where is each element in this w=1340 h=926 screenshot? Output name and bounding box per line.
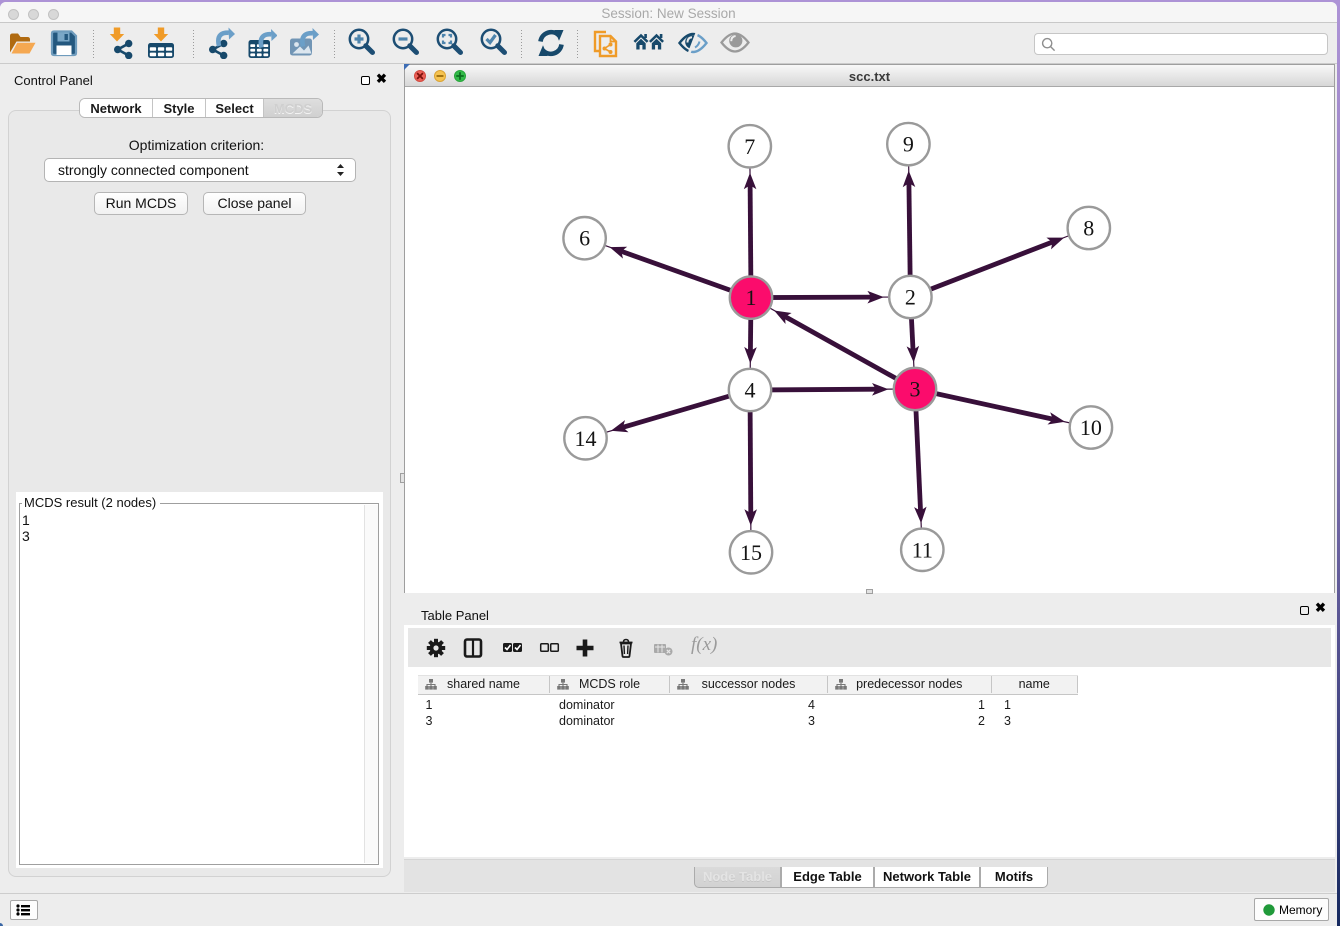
svg-text:11: 11 [912, 537, 933, 562]
svg-text:1: 1 [746, 285, 757, 310]
svg-text:9: 9 [903, 132, 914, 157]
svg-text:3: 3 [910, 377, 921, 402]
svg-text:10: 10 [1080, 415, 1102, 440]
svg-text:2: 2 [905, 285, 916, 310]
svg-text:7: 7 [744, 134, 755, 159]
svg-text:6: 6 [579, 226, 590, 251]
svg-text:4: 4 [745, 378, 756, 403]
svg-text:14: 14 [575, 426, 597, 451]
svg-text:8: 8 [1083, 216, 1094, 241]
svg-text:15: 15 [740, 540, 762, 565]
